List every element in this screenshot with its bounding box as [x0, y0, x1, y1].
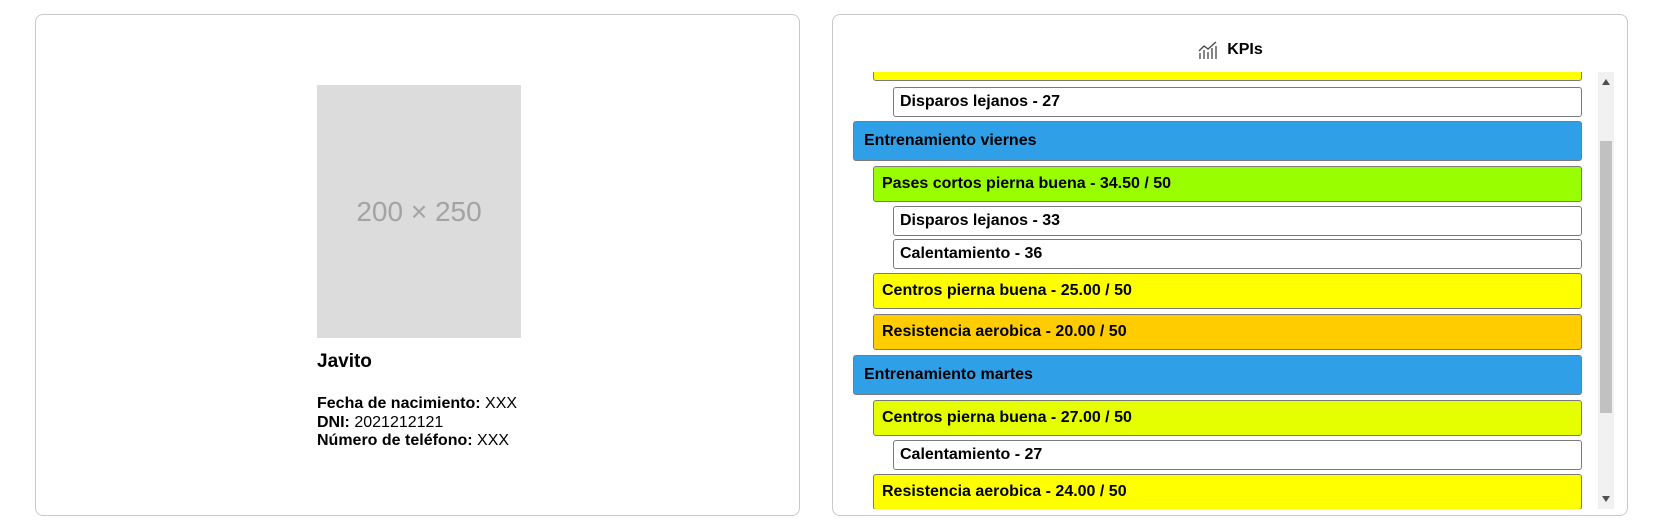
kpi-item[interactable]: Centros pierna buena - 25.00 / 50 — [873, 273, 1582, 309]
kpi-subitem[interactable]: Disparos lejanos - 27 — [893, 87, 1582, 117]
scroll-up-arrow-icon[interactable] — [1602, 79, 1610, 85]
kpi-item-label: Centros pierna buena - 25.00 / 50 — [882, 282, 1132, 299]
dni-label: DNI: — [317, 413, 350, 431]
scroll-down-arrow-icon[interactable] — [1602, 496, 1610, 502]
kpi-title: KPIs — [1227, 41, 1263, 58]
session-header[interactable]: Entrenamiento martes — [853, 355, 1582, 395]
session-header-label: Entrenamiento martes — [864, 366, 1033, 383]
birth-label: Fecha de nacimiento: — [317, 395, 481, 412]
kpi-item-label: Resistencia aerobica - 20.00 / 50 — [882, 323, 1127, 340]
kpi-header: KPIs — [833, 35, 1627, 65]
kpi-item[interactable]: Resistencia aerobica - 24.00 / 50 — [873, 474, 1582, 509]
session-header[interactable]: Entrenamiento viernes — [853, 121, 1582, 161]
kpi-item[interactable] — [873, 72, 1582, 81]
phone-row: Número de teléfono: XXX — [317, 432, 517, 451]
kpi-item[interactable]: Resistencia aerobica - 20.00 / 50 — [873, 314, 1582, 350]
chart-line-icon — [1197, 39, 1219, 61]
kpi-subitem-label: Calentamiento - 36 — [900, 245, 1043, 262]
kpi-item-label: Centros pierna buena - 27.00 / 50 — [882, 409, 1132, 426]
kpi-subitem[interactable]: Disparos lejanos - 33 — [893, 206, 1582, 236]
kpi-subitem-label: Disparos lejanos - 33 — [900, 212, 1061, 229]
player-info: Fecha de nacimiento: XXX DNI: 2021212121… — [317, 395, 517, 451]
kpi-card: KPIs Disparos lejanos - 27 Entrenamiento… — [832, 14, 1628, 516]
birth-row: Fecha de nacimiento: XXX — [317, 395, 517, 414]
profile-card: 200 × 250 Javito Fecha de nacimiento: XX… — [35, 14, 800, 516]
kpi-item[interactable]: Pases cortos pierna buena - 34.50 / 50 — [873, 166, 1582, 202]
kpi-list[interactable]: Disparos lejanos - 27 Entrenamiento vier… — [853, 72, 1586, 509]
session-header-label: Entrenamiento viernes — [864, 132, 1037, 149]
profile-photo-placeholder: 200 × 250 — [317, 85, 521, 338]
kpi-subitem[interactable]: Calentamiento - 36 — [893, 239, 1582, 269]
kpi-list-scrollbar[interactable] — [1598, 72, 1614, 509]
dni-row: DNI: 2021212121 — [317, 414, 517, 433]
phone-label: Número de teléfono: — [317, 432, 473, 449]
kpi-subitem-label: Disparos lejanos - 27 — [900, 93, 1061, 110]
birth-value: XXX — [485, 395, 518, 412]
phone-value: XXX — [477, 432, 510, 449]
kpi-item-label: Resistencia aerobica - 24.00 / 50 — [882, 483, 1127, 500]
photo-placeholder-text: 200 × 250 — [356, 195, 482, 227]
scrollbar-thumb[interactable] — [1600, 141, 1612, 413]
kpi-item[interactable]: Centros pierna buena - 27.00 / 50 — [873, 400, 1582, 436]
kpi-subitem-label: Calentamiento - 27 — [900, 446, 1043, 463]
player-name: Javito — [317, 351, 372, 372]
kpi-subitem[interactable]: Calentamiento - 27 — [893, 440, 1582, 470]
dni-value: 2021212121 — [354, 413, 444, 431]
kpi-item-label: Pases cortos pierna buena - 34.50 / 50 — [882, 175, 1172, 192]
